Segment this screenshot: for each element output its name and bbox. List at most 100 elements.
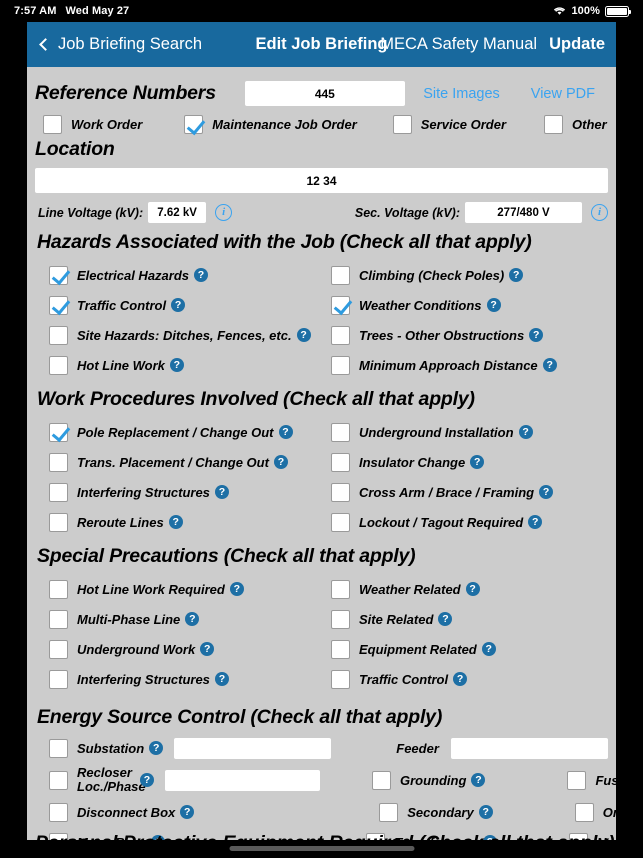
special_precautions-help-icon-interfering-structures[interactable]: ? bbox=[214, 672, 229, 686]
update-button[interactable]: Update bbox=[549, 35, 605, 54]
hazards-checkbox-climbing-check-poles[interactable] bbox=[331, 265, 350, 285]
hazards-item-electrical-hazards[interactable]: Electrical Hazards? bbox=[35, 265, 331, 285]
hazards-item-trees-other-obstructions[interactable]: Trees - Other Obstructions? bbox=[331, 325, 544, 345]
work_procedures-item-reroute-lines[interactable]: Reroute Lines? bbox=[35, 512, 331, 532]
special_precautions-help-icon-equipment-related[interactable]: ? bbox=[481, 642, 496, 656]
special_precautions-checkbox-underground-work[interactable] bbox=[49, 639, 68, 659]
work_procedures-item-underground-installation[interactable]: Underground Installation? bbox=[331, 422, 533, 442]
special_precautions-item-weather-related[interactable]: Weather Related? bbox=[331, 579, 480, 599]
sec-voltage-input[interactable] bbox=[465, 202, 582, 223]
special_precautions-checkbox-weather-related[interactable] bbox=[331, 579, 350, 599]
sec-voltage-info-icon[interactable]: i bbox=[591, 204, 608, 221]
recloser-help-icon[interactable]: ? bbox=[140, 773, 154, 787]
site-images-link[interactable]: Site Images bbox=[423, 86, 500, 102]
work_procedures-checkbox-reroute-lines[interactable] bbox=[49, 512, 68, 532]
line-voltage-input[interactable] bbox=[148, 202, 207, 223]
substation-input[interactable] bbox=[174, 737, 332, 759]
special_precautions-item-multi-phase-line[interactable]: Multi-Phase Line? bbox=[35, 609, 331, 629]
work_procedures-checkbox-interfering-structures[interactable] bbox=[49, 482, 68, 502]
work_procedures-help-icon-lockout-tagout-required[interactable]: ? bbox=[528, 515, 543, 529]
work_procedures-item-interfering-structures[interactable]: Interfering Structures? bbox=[35, 482, 331, 502]
work_procedures-help-icon-interfering-structures[interactable]: ? bbox=[214, 485, 229, 499]
substation-checkbox[interactable] bbox=[49, 738, 68, 758]
work_procedures-help-icon-insulator-change[interactable]: ? bbox=[470, 455, 485, 469]
work_procedures-item-insulator-change[interactable]: Insulator Change? bbox=[331, 452, 485, 472]
special_precautions-help-icon-site-related[interactable]: ? bbox=[438, 612, 453, 626]
work_procedures-checkbox-insulator-change[interactable] bbox=[331, 452, 350, 472]
secondary-help-icon[interactable]: ? bbox=[478, 805, 493, 819]
recloser-checkbox[interactable] bbox=[49, 770, 68, 790]
special_precautions-item-equipment-related[interactable]: Equipment Related? bbox=[331, 639, 496, 659]
substation-help-icon[interactable]: ? bbox=[149, 741, 164, 755]
work_procedures-help-icon-cross-arm-brace-framing[interactable]: ? bbox=[539, 485, 554, 499]
hazards-checkbox-weather-conditions[interactable] bbox=[331, 295, 350, 315]
work_procedures-item-lockout-tagout-required[interactable]: Lockout / Tagout Required? bbox=[331, 512, 543, 532]
recloser-input[interactable] bbox=[165, 769, 320, 791]
hazards-checkbox-hot-line-work[interactable] bbox=[49, 355, 68, 375]
order-type-work-order[interactable]: Work Order bbox=[43, 115, 142, 134]
work_procedures-item-pole-replacement-change-out[interactable]: Pole Replacement / Change Out? bbox=[35, 422, 331, 442]
location-input[interactable] bbox=[35, 168, 608, 193]
disconnect-box-help-icon[interactable]: ? bbox=[180, 805, 195, 819]
special_precautions-checkbox-traffic-control[interactable] bbox=[331, 669, 350, 689]
order-type-service-order-checkbox[interactable] bbox=[392, 115, 412, 134]
work_procedures-help-icon-reroute-lines[interactable]: ? bbox=[168, 515, 183, 529]
order-type-other-checkbox[interactable] bbox=[544, 115, 564, 134]
meca-safety-manual-button[interactable]: MECA Safety Manual bbox=[380, 35, 537, 54]
work_procedures-item-trans-placement-change-out[interactable]: Trans. Placement / Change Out? bbox=[35, 452, 331, 472]
special_precautions-checkbox-interfering-structures[interactable] bbox=[49, 669, 68, 689]
feeder-input[interactable] bbox=[450, 737, 608, 759]
special_precautions-item-traffic-control[interactable]: Traffic Control? bbox=[331, 669, 468, 689]
hazards-checkbox-trees-other-obstructions[interactable] bbox=[331, 325, 350, 345]
special_precautions-checkbox-site-related[interactable] bbox=[331, 609, 350, 629]
back-button[interactable]: Job Briefing Search bbox=[39, 35, 202, 54]
order-type-other[interactable]: Other bbox=[544, 115, 607, 134]
view-pdf-link[interactable]: View PDF bbox=[531, 86, 595, 102]
hazards-item-traffic-control[interactable]: Traffic Control? bbox=[35, 295, 331, 315]
hazards-checkbox-site-hazards-ditches-fences-etc[interactable] bbox=[49, 325, 68, 345]
hazards-help-icon-minimum-approach-distance[interactable]: ? bbox=[542, 358, 557, 372]
special_precautions-help-icon-underground-work[interactable]: ? bbox=[200, 642, 215, 656]
special_precautions-item-interfering-structures[interactable]: Interfering Structures? bbox=[35, 669, 331, 689]
hazards-help-icon-climbing-check-poles[interactable]: ? bbox=[509, 268, 524, 282]
home-indicator[interactable] bbox=[229, 846, 414, 851]
hazards-help-icon-weather-conditions[interactable]: ? bbox=[486, 298, 501, 312]
hazards-item-climbing-check-poles[interactable]: Climbing (Check Poles)? bbox=[331, 265, 524, 285]
special_precautions-help-icon-hot-line-work-required[interactable]: ? bbox=[229, 582, 244, 596]
work_procedures-checkbox-pole-replacement-change-out[interactable] bbox=[49, 422, 68, 442]
hazards-item-weather-conditions[interactable]: Weather Conditions? bbox=[331, 295, 501, 315]
work_procedures-help-icon-trans-placement-change-out[interactable]: ? bbox=[273, 455, 288, 469]
hazards-item-minimum-approach-distance[interactable]: Minimum Approach Distance? bbox=[331, 355, 557, 375]
order-type-work-order-checkbox[interactable] bbox=[43, 115, 62, 134]
hazards-item-hot-line-work[interactable]: Hot Line Work? bbox=[35, 355, 331, 375]
hazards-help-icon-traffic-control[interactable]: ? bbox=[171, 298, 186, 312]
special_precautions-checkbox-equipment-related[interactable] bbox=[331, 639, 350, 659]
hazards-item-site-hazards-ditches-fences-etc[interactable]: Site Hazards: Ditches, Fences, etc.? bbox=[35, 325, 331, 345]
order-type-maintenance-job-order-checkbox[interactable] bbox=[184, 115, 204, 134]
disconnect-box-checkbox[interactable] bbox=[49, 802, 68, 822]
hazards-help-icon-trees-other-obstructions[interactable]: ? bbox=[529, 328, 544, 342]
special_precautions-help-icon-traffic-control[interactable]: ? bbox=[453, 672, 468, 686]
one-shot-checkbox[interactable] bbox=[574, 802, 594, 822]
hazards-checkbox-electrical-hazards[interactable] bbox=[49, 265, 68, 285]
special_precautions-checkbox-hot-line-work-required[interactable] bbox=[49, 579, 68, 599]
line-voltage-info-icon[interactable]: i bbox=[215, 204, 233, 221]
special_precautions-checkbox-multi-phase-line[interactable] bbox=[49, 609, 68, 629]
hazards-help-icon-hot-line-work[interactable]: ? bbox=[169, 358, 184, 372]
work_procedures-item-cross-arm-brace-framing[interactable]: Cross Arm / Brace / Framing? bbox=[331, 482, 554, 502]
hazards-help-icon-site-hazards-ditches-fences-etc[interactable]: ? bbox=[296, 328, 311, 342]
order-type-service-order[interactable]: Service Order bbox=[392, 115, 506, 134]
work_procedures-checkbox-cross-arm-brace-framing[interactable] bbox=[331, 482, 350, 502]
hazards-help-icon-electrical-hazards[interactable]: ? bbox=[194, 268, 209, 282]
grounding-help-icon[interactable]: ? bbox=[471, 773, 486, 787]
hazards-checkbox-traffic-control[interactable] bbox=[49, 295, 68, 315]
work_procedures-help-icon-pole-replacement-change-out[interactable]: ? bbox=[278, 425, 293, 439]
special_precautions-help-icon-multi-phase-line[interactable]: ? bbox=[185, 612, 200, 626]
work_procedures-checkbox-lockout-tagout-required[interactable] bbox=[331, 512, 350, 532]
special_precautions-help-icon-weather-related[interactable]: ? bbox=[465, 582, 480, 596]
special_precautions-item-site-related[interactable]: Site Related? bbox=[331, 609, 453, 629]
grounding-checkbox[interactable] bbox=[372, 770, 391, 790]
work_procedures-help-icon-underground-installation[interactable]: ? bbox=[518, 425, 533, 439]
special_precautions-item-underground-work[interactable]: Underground Work? bbox=[35, 639, 331, 659]
fuse-checkbox[interactable] bbox=[567, 770, 587, 790]
